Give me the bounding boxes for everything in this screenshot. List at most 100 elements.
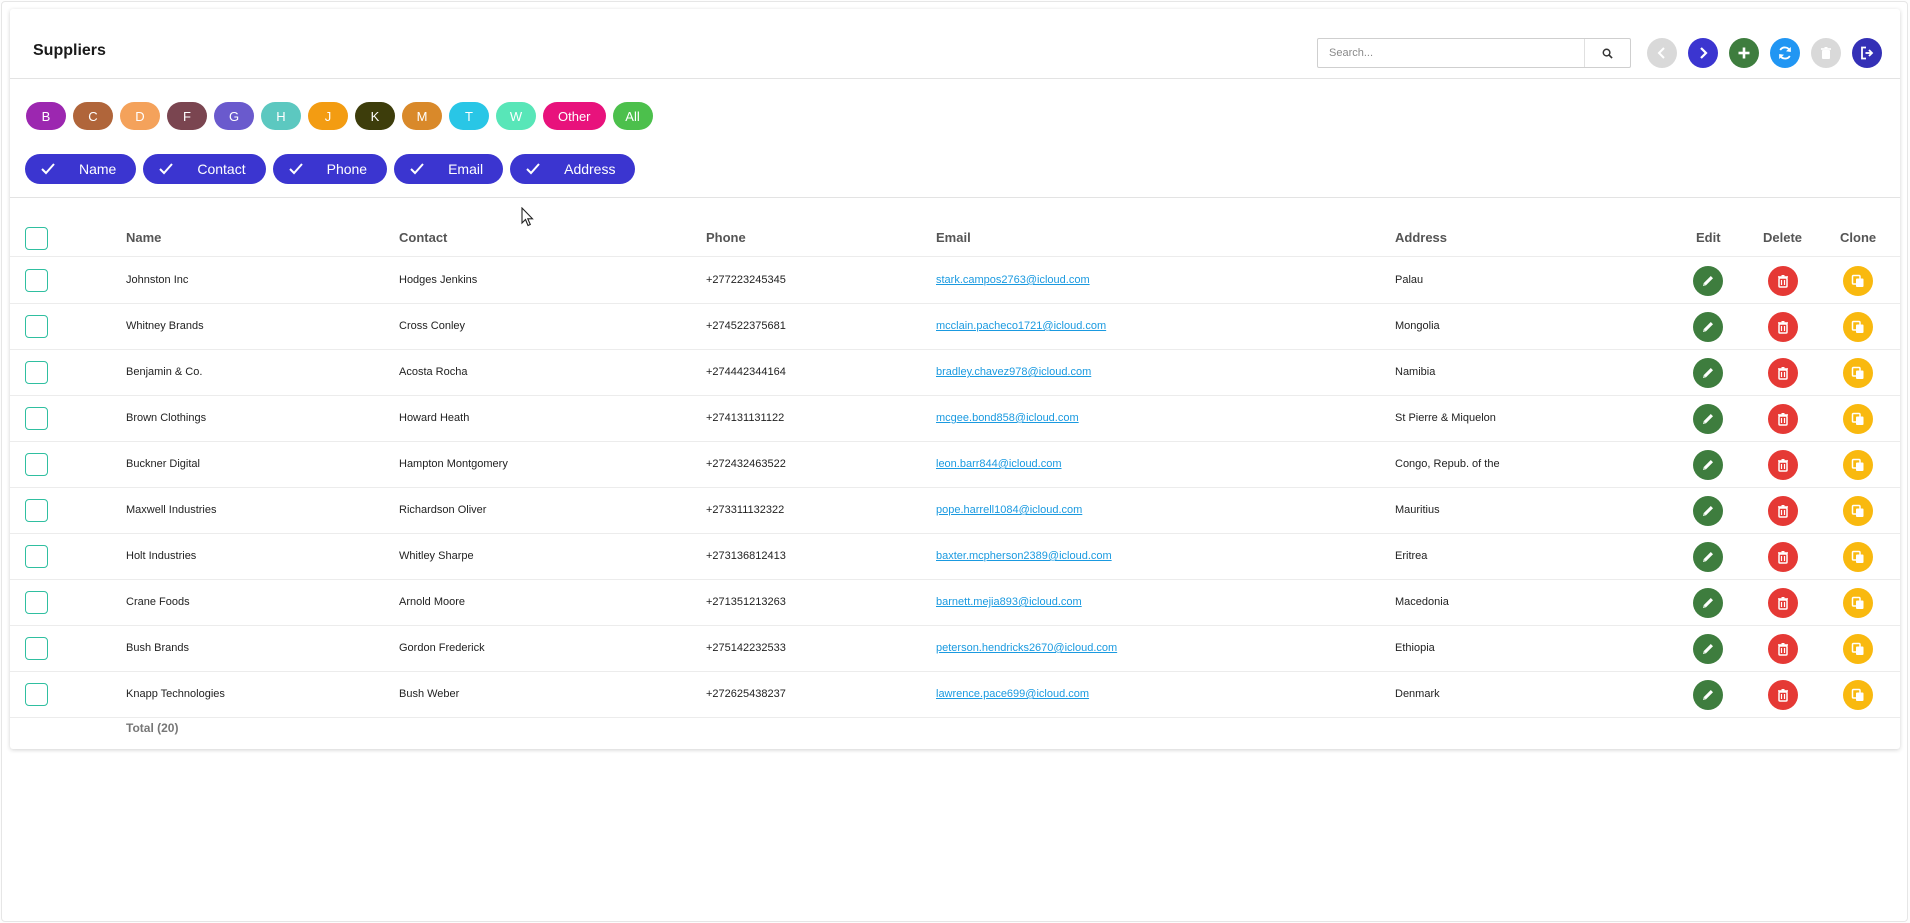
letter-filter-c[interactable]: C: [73, 102, 113, 130]
refresh-icon: [1779, 46, 1791, 60]
clone-button[interactable]: [1843, 634, 1873, 664]
row-checkbox[interactable]: [25, 499, 48, 522]
edit-button[interactable]: [1693, 496, 1723, 526]
clone-button[interactable]: [1843, 404, 1873, 434]
table-row: Holt Industries Whitley Sharpe +2731368124…: [10, 534, 1900, 580]
letter-filter-d[interactable]: D: [120, 102, 160, 130]
letter-filter-all[interactable]: All: [612, 102, 653, 130]
divider: [10, 197, 1900, 198]
column-toggle-phone[interactable]: Phone: [272, 154, 388, 184]
cell-email-link[interactable]: baxter.mcpherson2389@icloud.com: [936, 550, 1112, 562]
clone-button[interactable]: [1843, 496, 1873, 526]
pencil-icon: [1703, 598, 1713, 608]
cell-contact: Arnold Moore: [399, 596, 466, 608]
clone-button[interactable]: [1843, 680, 1873, 710]
cell-email-link[interactable]: barnett.mejia893@icloud.com: [936, 596, 1082, 608]
trash-icon: [1778, 459, 1788, 472]
letter-filter-f[interactable]: F: [167, 102, 207, 130]
letter-filter-w[interactable]: W: [496, 102, 536, 130]
delete-button[interactable]: [1768, 588, 1798, 618]
edit-button[interactable]: [1693, 358, 1723, 388]
cell-contact: Howard Heath: [399, 412, 470, 424]
header-edit: Edit: [1696, 230, 1721, 245]
letter-filter-other[interactable]: Other: [543, 102, 606, 130]
cell-phone: +274131131122: [706, 412, 785, 424]
cell-email-link[interactable]: pope.harrell1084@icloud.com: [936, 504, 1082, 516]
clone-button[interactable]: [1843, 450, 1873, 480]
header-email[interactable]: Email: [936, 230, 971, 245]
clone-button[interactable]: [1843, 312, 1873, 342]
next-button[interactable]: [1688, 38, 1718, 68]
letter-filter-m[interactable]: M: [402, 102, 442, 130]
cell-email-link[interactable]: lawrence.pace699@icloud.com: [936, 688, 1089, 700]
header-address[interactable]: Address: [1395, 230, 1447, 245]
header-phone[interactable]: Phone: [706, 230, 746, 245]
edit-button[interactable]: [1693, 404, 1723, 434]
delete-button[interactable]: [1768, 450, 1798, 480]
edit-button[interactable]: [1693, 542, 1723, 572]
column-toggle-contact[interactable]: Contact: [143, 154, 266, 184]
cell-email-link[interactable]: peterson.hendricks2670@icloud.com: [936, 642, 1117, 654]
row-checkbox[interactable]: [25, 683, 48, 706]
edit-button[interactable]: [1693, 266, 1723, 296]
delete-button[interactable]: [1768, 404, 1798, 434]
row-checkbox[interactable]: [25, 361, 48, 384]
clone-button[interactable]: [1843, 358, 1873, 388]
row-checkbox[interactable]: [25, 591, 48, 614]
edit-button[interactable]: [1693, 634, 1723, 664]
letter-filter-j[interactable]: J: [308, 102, 348, 130]
letter-filter-k[interactable]: K: [355, 102, 395, 130]
add-button[interactable]: [1729, 38, 1759, 68]
select-all-checkbox[interactable]: [25, 227, 48, 250]
letter-filter-h[interactable]: H: [261, 102, 301, 130]
row-checkbox[interactable]: [25, 315, 48, 338]
header-contact[interactable]: Contact: [399, 230, 447, 245]
edit-button[interactable]: [1693, 680, 1723, 710]
delete-button[interactable]: [1768, 496, 1798, 526]
delete-button[interactable]: [1768, 680, 1798, 710]
row-checkbox[interactable]: [25, 269, 48, 292]
letter-filter-b[interactable]: B: [26, 102, 66, 130]
delete-button[interactable]: [1768, 266, 1798, 296]
cell-email-link[interactable]: mcgee.bond858@icloud.com: [936, 412, 1079, 424]
delete-selected-button[interactable]: [1811, 38, 1841, 68]
edit-button[interactable]: [1693, 588, 1723, 618]
delete-button[interactable]: [1768, 358, 1798, 388]
header-name[interactable]: Name: [126, 230, 161, 245]
row-checkbox[interactable]: [25, 407, 48, 430]
column-toggle-name[interactable]: Name: [25, 154, 137, 184]
search-input[interactable]: [1318, 39, 1584, 67]
cell-email-link[interactable]: leon.barr844@icloud.com: [936, 458, 1062, 470]
cell-name: Bush Brands: [126, 642, 189, 654]
cell-address: St Pierre & Miquelon: [1395, 412, 1496, 424]
trash-icon: [1778, 321, 1788, 334]
check-icon: [410, 163, 424, 175]
cell-email-link[interactable]: stark.campos2763@icloud.com: [936, 274, 1090, 286]
clone-button[interactable]: [1843, 588, 1873, 618]
delete-button[interactable]: [1768, 634, 1798, 664]
cell-email-link[interactable]: mcclain.pacheco1721@icloud.com: [936, 320, 1106, 332]
logout-button[interactable]: [1852, 38, 1882, 68]
edit-button[interactable]: [1693, 312, 1723, 342]
prev-button[interactable]: [1647, 38, 1677, 68]
cell-email-link[interactable]: bradley.chavez978@icloud.com: [936, 366, 1091, 378]
search-button[interactable]: [1584, 39, 1630, 67]
clone-button[interactable]: [1843, 266, 1873, 296]
row-checkbox[interactable]: [25, 453, 48, 476]
refresh-button[interactable]: [1770, 38, 1800, 68]
letter-filter-g[interactable]: G: [214, 102, 254, 130]
table-row: Johnston Inc Hodges Jenkins +277223245345 s…: [10, 258, 1900, 304]
delete-button[interactable]: [1768, 312, 1798, 342]
cell-phone: +272432463522: [706, 458, 786, 470]
cell-phone: +271351213263: [706, 596, 786, 608]
edit-button[interactable]: [1693, 450, 1723, 480]
row-checkbox[interactable]: [25, 637, 48, 660]
letter-filter-t[interactable]: T: [449, 102, 489, 130]
delete-button[interactable]: [1768, 542, 1798, 572]
clone-button[interactable]: [1843, 542, 1873, 572]
copy-icon: [1851, 320, 1864, 333]
table-header: Name Contact Phone Email Address Edit De…: [10, 219, 1900, 257]
column-toggle-address[interactable]: Address: [510, 154, 636, 184]
column-toggle-email[interactable]: Email: [394, 154, 504, 184]
row-checkbox[interactable]: [25, 545, 48, 568]
